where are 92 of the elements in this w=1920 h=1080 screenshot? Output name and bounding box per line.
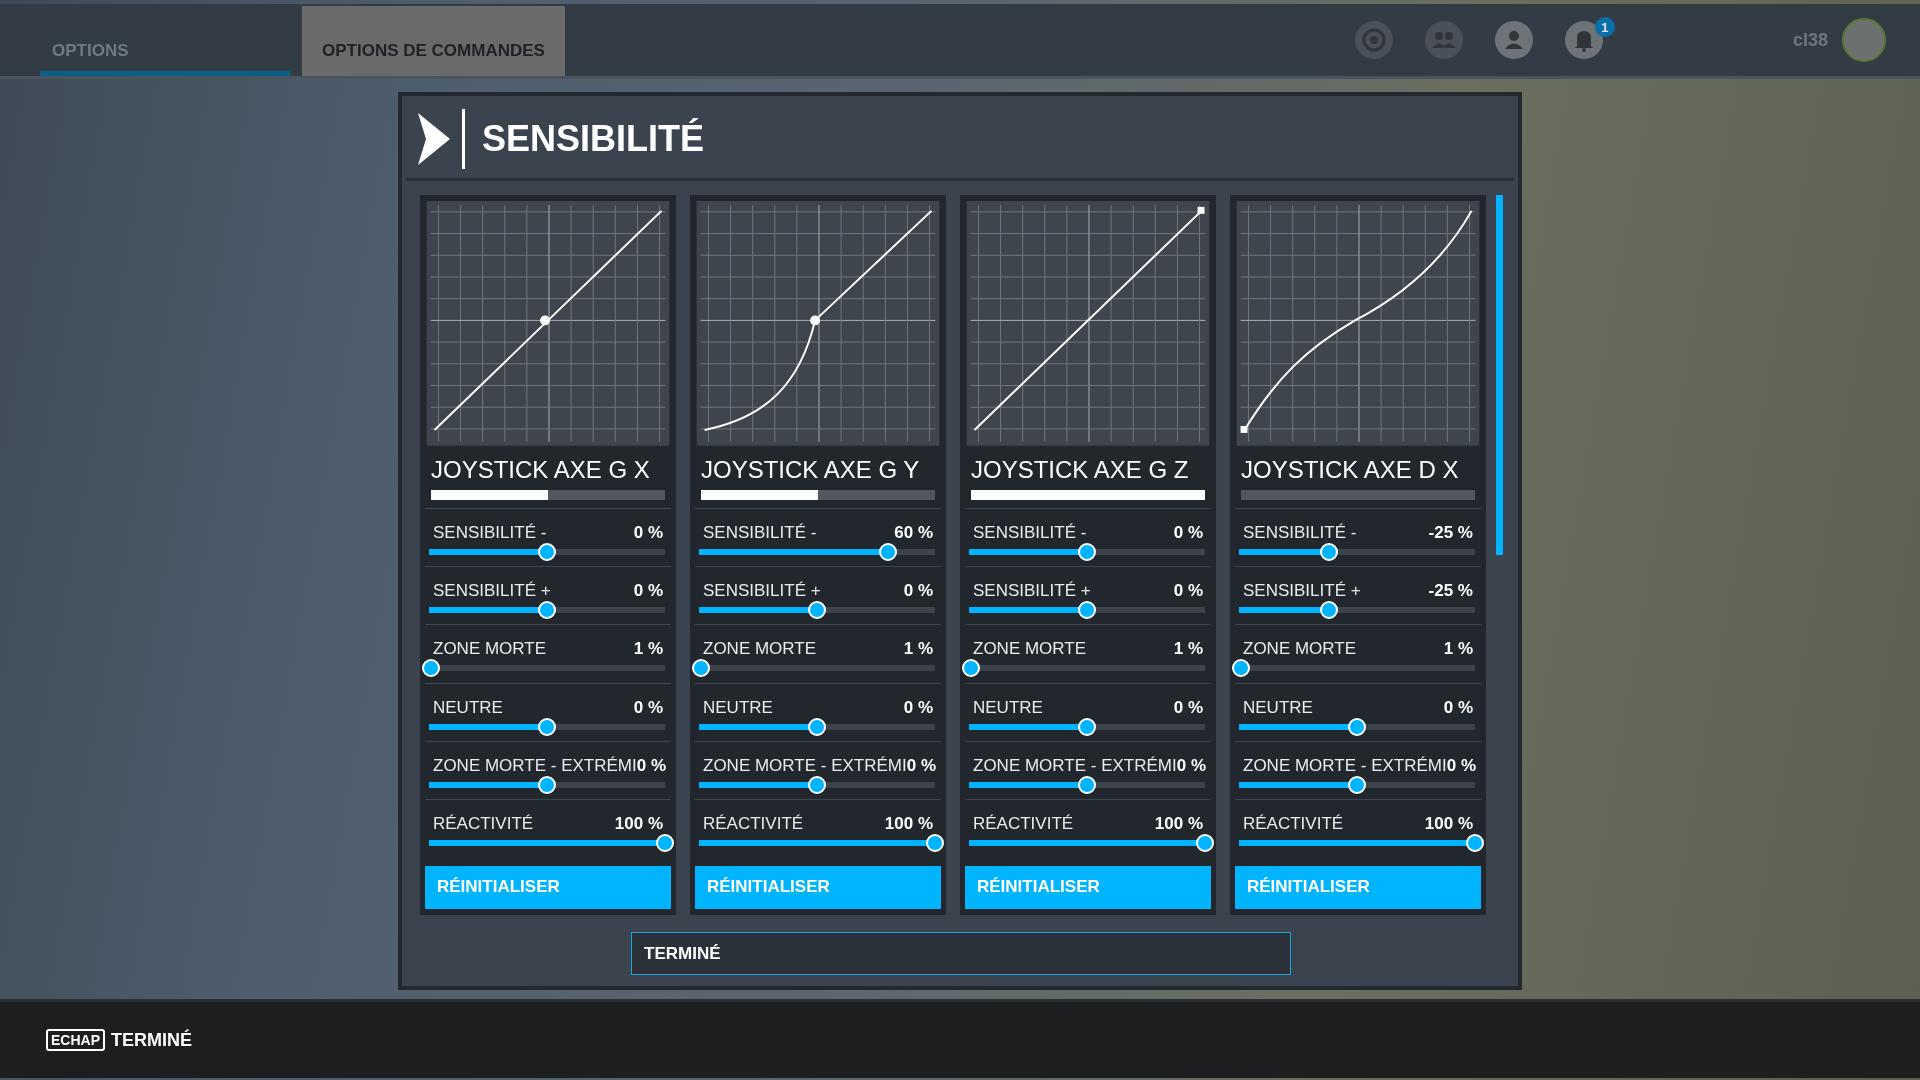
axis-title: JOYSTICK AXE D X xyxy=(1240,454,1460,485)
menu-tab[interactable]: OPTIONS xyxy=(40,4,290,76)
done-button[interactable]: TERMINÉ xyxy=(631,932,1291,975)
username: cl38 xyxy=(1792,29,1828,51)
setting-label: NEUTRE xyxy=(433,697,503,718)
slider-thumb[interactable] xyxy=(538,775,556,794)
setting-label: ZONE MORTE - EXTRÉMI xyxy=(433,755,637,776)
done-action[interactable]: TERMINÉ xyxy=(111,1029,192,1051)
menu-tab[interactable]: OPTIONS DE COMMANDES xyxy=(302,6,565,76)
slider-thumb[interactable] xyxy=(808,717,826,736)
setting-label: RÉACTIVITÉ xyxy=(433,814,534,835)
slider-thumb[interactable] xyxy=(808,775,826,794)
setting-label: ZONE MORTE - EXTRÉMI xyxy=(1243,755,1447,776)
slider-thumb[interactable] xyxy=(422,659,441,678)
axis-title: JOYSTICK AXE G X xyxy=(430,454,651,485)
setting-label: NEUTRE xyxy=(1243,697,1313,718)
person-icon[interactable] xyxy=(1494,21,1533,59)
setting-label: SENSIBILITÉ + xyxy=(703,580,821,601)
setting-value: 100 % xyxy=(884,814,933,835)
reset-button[interactable]: RÉINITIALISER xyxy=(965,865,1211,909)
slider-thumb[interactable] xyxy=(1196,834,1214,853)
dialog-title: SENSIBILITÉ xyxy=(482,118,705,160)
setting-label: ZONE MORTE xyxy=(703,639,817,660)
setting-label: RÉACTIVITÉ xyxy=(703,814,804,835)
slider-thumb[interactable] xyxy=(692,659,711,678)
slider-thumb[interactable] xyxy=(1078,600,1096,619)
setting-value: 0 % xyxy=(1173,522,1203,543)
notification-badge: 1 xyxy=(1594,17,1615,37)
slider-thumb[interactable] xyxy=(962,659,981,678)
slider-thumb[interactable] xyxy=(926,834,944,853)
slider-thumb[interactable] xyxy=(1348,775,1366,794)
setting-value: 100 % xyxy=(1154,814,1203,835)
setting-label: RÉACTIVITÉ xyxy=(1243,814,1344,835)
slider-thumb[interactable] xyxy=(538,542,556,561)
bell-icon[interactable] xyxy=(1564,21,1603,59)
setting-value: 1 % xyxy=(1173,639,1203,660)
setting-value: 0 % xyxy=(633,522,663,543)
slider-thumb[interactable] xyxy=(1348,717,1366,736)
scrollbar[interactable] xyxy=(1496,195,1503,555)
setting-value: 0 % xyxy=(903,697,933,718)
setting-value: 0 % xyxy=(1443,697,1473,718)
setting-label: SENSIBILITÉ + xyxy=(1243,580,1361,601)
setting-value: -25 % xyxy=(1428,580,1473,601)
slider-thumb[interactable] xyxy=(1078,717,1096,736)
setting-label: RÉACTIVITÉ xyxy=(973,814,1074,835)
slider-thumb[interactable] xyxy=(656,834,674,853)
reset-button[interactable]: RÉINITIALISER xyxy=(425,865,671,909)
setting-value: 1 % xyxy=(1443,639,1473,660)
setting-label: SENSIBILITÉ - xyxy=(433,522,547,543)
setting-value: 0 % xyxy=(1176,755,1206,776)
setting-label: ZONE MORTE - EXTRÉMI xyxy=(973,755,1177,776)
slider-thumb[interactable] xyxy=(538,717,556,736)
setting-value: 1 % xyxy=(903,639,933,660)
axis-title: JOYSTICK AXE G Z xyxy=(970,454,1190,485)
slider-thumb[interactable] xyxy=(1078,775,1096,794)
slider-thumb[interactable] xyxy=(538,600,556,619)
setting-label: SENSIBILITÉ - xyxy=(703,522,817,543)
setting-label: SENSIBILITÉ + xyxy=(973,580,1091,601)
setting-value: 0 % xyxy=(906,755,936,776)
setting-label: ZONE MORTE - EXTRÉMI xyxy=(703,755,907,776)
setting-label: ZONE MORTE xyxy=(973,639,1087,660)
setting-value: 0 % xyxy=(633,697,663,718)
slider-thumb[interactable] xyxy=(1466,834,1484,853)
setting-value: 0 % xyxy=(1446,755,1476,776)
axis-title: JOYSTICK AXE G Y xyxy=(700,454,921,485)
setting-label: NEUTRE xyxy=(973,697,1043,718)
setting-value: 1 % xyxy=(633,639,663,660)
setting-label: ZONE MORTE xyxy=(1243,639,1357,660)
slider-thumb[interactable] xyxy=(878,542,897,561)
setting-value: 0 % xyxy=(903,580,933,601)
slider-thumb[interactable] xyxy=(1319,542,1338,561)
setting-value: 0 % xyxy=(636,755,666,776)
reset-button[interactable]: RÉINITIALISER xyxy=(695,865,941,909)
setting-value: 100 % xyxy=(614,814,663,835)
slider-thumb[interactable] xyxy=(808,600,826,619)
setting-label: SENSIBILITÉ - xyxy=(1243,522,1357,543)
reset-button[interactable]: RÉINITIALISER xyxy=(1235,865,1481,909)
setting-value: 0 % xyxy=(633,580,663,601)
slider-thumb[interactable] xyxy=(1078,542,1096,561)
setting-label: SENSIBILITÉ - xyxy=(973,522,1087,543)
slider-thumb[interactable] xyxy=(1232,659,1251,678)
setting-value: 0 % xyxy=(1173,697,1203,718)
setting-value: -25 % xyxy=(1428,522,1473,543)
setting-label: NEUTRE xyxy=(703,697,773,718)
setting-value: 100 % xyxy=(1424,814,1473,835)
setting-value: 0 % xyxy=(1173,580,1203,601)
key-hint: ECHAP xyxy=(46,1029,105,1051)
setting-label: ZONE MORTE xyxy=(433,639,547,660)
slider-thumb[interactable] xyxy=(1319,600,1338,619)
setting-label: SENSIBILITÉ + xyxy=(433,580,551,601)
setting-value: 60 % xyxy=(894,522,933,543)
chevron-icon xyxy=(416,109,468,169)
